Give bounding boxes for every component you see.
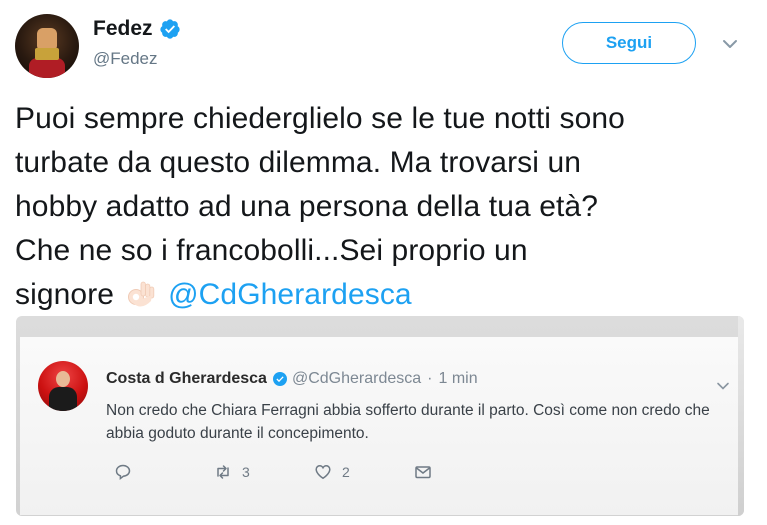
tweet-last-line: signore @CdGherardesca [15, 273, 755, 317]
tweet-line: Che ne so i francobolli...Sei proprio un [15, 234, 528, 267]
tweet-line: hobby adatto ad una persona della tua et… [15, 190, 599, 223]
avatar-sleeve [29, 58, 65, 78]
author-handle[interactable]: @Fedez [93, 49, 158, 69]
verified-badge-icon [159, 19, 180, 39]
retweet-count: 3 [242, 464, 250, 480]
embedded-chevron-down-icon [717, 382, 729, 390]
embedded-retweet: 3 [214, 463, 250, 481]
embedded-reply [114, 463, 132, 481]
tweet-line-prefix: signore [15, 278, 115, 311]
embedded-avatar [38, 361, 88, 411]
avatar-band [35, 48, 59, 60]
embedded-display-name: Costa d Gherardesca [106, 370, 267, 387]
chevron-down-icon[interactable] [720, 34, 740, 54]
embedded-avatar-suit [49, 387, 77, 411]
tweet-text: Puoi sempre chiederglielo se le tue nott… [15, 97, 755, 317]
tweet-line: turbate da questo dilemma. Ma trovarsi u… [15, 146, 582, 179]
embedded-like: 2 [314, 463, 350, 481]
retweet-icon [217, 465, 229, 479]
like-count: 2 [342, 464, 350, 480]
embedded-tweet-photo[interactable]: Costa d Gherardesca @CdGherardesca · 1 m… [16, 316, 744, 516]
embedded-separator: · [427, 370, 433, 387]
embedded-handle: @CdGherardesca [291, 370, 422, 387]
embedded-avatar-face [56, 371, 70, 387]
avatar-fist [37, 28, 57, 50]
heart-icon [315, 465, 331, 480]
author-display-name[interactable]: Fedez [93, 17, 153, 41]
follow-button[interactable]: Segui [562, 22, 696, 64]
tweet-line: Puoi sempre chiederglielo se le tue nott… [15, 102, 625, 135]
ok-hand-icon [128, 281, 155, 307]
embedded-tweet-text: Non credo che Chiara Ferragni abbia soff… [106, 402, 710, 442]
embedded-tweet-card: Costa d Gherardesca @CdGherardesca · 1 m… [20, 337, 742, 515]
embedded-name-row: Costa d Gherardesca @CdGherardesca · 1 m… [106, 370, 478, 388]
embedded-verified-badge-icon [272, 372, 287, 386]
author-name-row: Fedez [93, 17, 181, 41]
embedded-time: 1 min [438, 370, 478, 387]
reply-icon [115, 464, 131, 481]
embedded-actions: 3 2 [106, 463, 506, 485]
photo-edge [738, 316, 744, 516]
envelope-icon [415, 466, 431, 479]
author-avatar[interactable] [15, 14, 79, 78]
mention-link[interactable]: @CdGherardesca [168, 278, 412, 311]
embedded-message [414, 463, 432, 481]
